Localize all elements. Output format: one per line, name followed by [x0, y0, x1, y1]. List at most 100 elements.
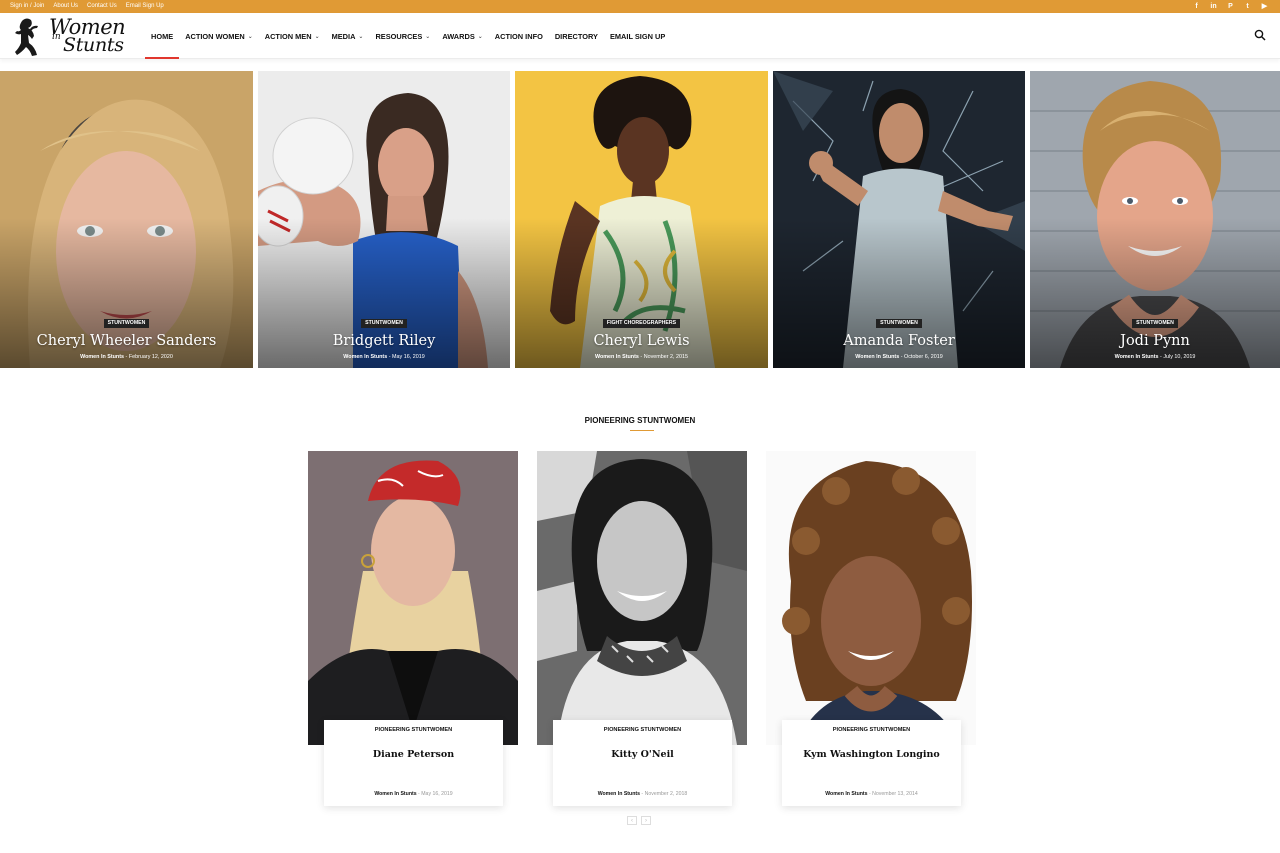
featured-grid: STUNTWOMEN Cheryl Wheeler Sanders Women …: [0, 71, 1280, 368]
section-title: PIONEERING STUNTWOMEN: [584, 416, 696, 425]
next-arrow-icon[interactable]: ›: [641, 816, 651, 825]
post-title[interactable]: Bridgett Riley: [258, 333, 510, 349]
top-bar: Sign in / Join About Us Contact Us Email…: [0, 0, 1280, 13]
featured-post[interactable]: FIGHT CHOREOGRAPHERS Cheryl Lewis Women …: [515, 71, 768, 368]
nav-label: RESOURCES: [375, 31, 423, 41]
post-date: May 16, 2019: [421, 791, 453, 797]
linkedin-icon[interactable]: in: [1210, 0, 1217, 13]
post-meta: Women In Stunts - February 12, 2020: [80, 354, 173, 360]
twitter-icon[interactable]: t: [1244, 0, 1251, 13]
category-label[interactable]: PIONEERING STUNTWOMEN: [324, 727, 503, 733]
featured-post[interactable]: STUNTWOMEN Jodi Pynn Women In Stunts - J…: [1030, 71, 1280, 368]
post-info: STUNTWOMEN Jodi Pynn Women In Stunts - J…: [1030, 311, 1280, 360]
category-badge[interactable]: FIGHT CHOREOGRAPHERS: [602, 319, 681, 328]
post-meta: Women In Stunts - November 13, 2014: [825, 791, 918, 797]
pioneer-info: PIONEERING STUNTWOMEN Kitty O'Neil Women…: [553, 720, 732, 806]
chevron-down-icon: ⌄: [314, 33, 320, 40]
pioneer-photo[interactable]: [308, 451, 518, 745]
about-us-link[interactable]: About Us: [53, 0, 78, 13]
nav-home[interactable]: HOME: [145, 13, 180, 59]
post-author[interactable]: Women In Stunts: [825, 791, 867, 797]
chevron-down-icon: ⌄: [425, 33, 431, 40]
category-badge[interactable]: STUNTWOMEN: [103, 319, 150, 328]
nav-awards[interactable]: AWARDS ⌄: [436, 13, 488, 59]
post-author[interactable]: Women In Stunts: [598, 791, 640, 797]
nav-resources[interactable]: RESOURCES ⌄: [369, 13, 436, 59]
pioneer-info: PIONEERING STUNTWOMEN Kym Washington Lon…: [782, 720, 961, 806]
pioneer-name[interactable]: Kym Washington Longino: [782, 749, 961, 760]
portrait-image: [308, 451, 518, 745]
nav-email-sign-up[interactable]: EMAIL SIGN UP: [604, 13, 671, 59]
nav-action-women[interactable]: ACTION WOMEN ⌄: [179, 13, 259, 59]
facebook-icon[interactable]: f: [1193, 0, 1200, 13]
nav-label: DIRECTORY: [554, 31, 598, 41]
chevron-down-icon: ⌄: [477, 33, 483, 40]
youtube-icon[interactable]: ▶: [1261, 0, 1268, 13]
category-badge[interactable]: STUNTWOMEN: [1132, 319, 1178, 328]
pioneer-name[interactable]: Kitty O'Neil: [553, 749, 732, 760]
featured-post[interactable]: STUNTWOMEN Amanda Foster Women In Stunts…: [773, 71, 1025, 368]
sign-in-link[interactable]: Sign in / Join: [10, 0, 44, 13]
nav-label: MEDIA: [331, 31, 356, 41]
nav-media[interactable]: MEDIA ⌄: [326, 13, 370, 59]
post-meta: Women In Stunts - July 10, 2019: [1114, 354, 1196, 360]
main-nav: HOME ACTION WOMEN ⌄ ACTION MEN ⌄ MEDIA ⌄ RE…: [145, 13, 671, 59]
logo-text-stunts: Stunts: [63, 34, 124, 56]
category-badge[interactable]: STUNTWOMEN: [361, 319, 407, 328]
category-label[interactable]: PIONEERING STUNTWOMEN: [782, 727, 961, 733]
portrait-image: [766, 451, 976, 745]
post-info: STUNTWOMEN Cheryl Wheeler Sanders Women …: [0, 311, 253, 360]
post-author[interactable]: Women In Stunts: [855, 354, 899, 360]
post-date: July 10, 2019: [1163, 354, 1196, 360]
featured-post[interactable]: STUNTWOMEN Bridgett Riley Women In Stunt…: [258, 71, 510, 368]
post-info: FIGHT CHOREOGRAPHERS Cheryl Lewis Women …: [515, 311, 768, 360]
nav-label: ACTION WOMEN: [185, 31, 245, 41]
post-date: May 16, 2019: [392, 354, 425, 360]
nav-label: HOME: [151, 31, 174, 41]
post-author[interactable]: Women In Stunts: [343, 354, 387, 360]
pioneer-card[interactable]: PIONEERING STUNTWOMEN Diane Peterson Wom…: [308, 451, 518, 811]
pioneer-name[interactable]: Diane Peterson: [324, 749, 503, 760]
nav-label: ACTION MEN: [264, 31, 312, 41]
post-title[interactable]: Cheryl Lewis: [515, 333, 768, 349]
post-title[interactable]: Amanda Foster: [773, 333, 1025, 349]
post-author[interactable]: Women In Stunts: [80, 354, 124, 360]
nav-label: EMAIL SIGN UP: [609, 31, 666, 41]
nav-action-info[interactable]: ACTION INFO: [489, 13, 549, 59]
post-author[interactable]: Women In Stunts: [595, 354, 639, 360]
nav-action-men[interactable]: ACTION MEN ⌄: [259, 13, 326, 59]
post-meta: Women In Stunts - November 2, 2015: [594, 354, 689, 360]
logo-text-in: in: [52, 32, 61, 42]
pioneer-card[interactable]: PIONEERING STUNTWOMEN Kym Washington Lon…: [766, 451, 976, 811]
contact-us-link[interactable]: Contact Us: [87, 0, 117, 13]
post-info: STUNTWOMEN Amanda Foster Women In Stunts…: [773, 311, 1025, 360]
category-badge[interactable]: STUNTWOMEN: [876, 319, 922, 328]
top-links: Sign in / Join About Us Contact Us Email…: [10, 0, 164, 13]
portrait-image: [537, 451, 747, 745]
pioneer-info: PIONEERING STUNTWOMEN Diane Peterson Wom…: [324, 720, 503, 806]
site-logo[interactable]: Women in Stunts: [11, 15, 126, 58]
post-author[interactable]: Women In Stunts: [374, 791, 416, 797]
carousel-pager: ‹ ›: [627, 816, 651, 825]
site-header: Women in Stunts HOME ACTION WOMEN ⌄ ACTIO…: [0, 13, 1280, 59]
post-author[interactable]: Women In Stunts: [1115, 354, 1159, 360]
email-signup-link[interactable]: Email Sign Up: [126, 0, 164, 13]
post-date: November 13, 2014: [872, 791, 918, 797]
post-date: November 2, 2015: [643, 354, 689, 360]
nav-directory[interactable]: DIRECTORY: [549, 13, 604, 59]
post-title[interactable]: Cheryl Wheeler Sanders: [0, 333, 253, 349]
featured-post[interactable]: STUNTWOMEN Cheryl Wheeler Sanders Women …: [0, 71, 253, 368]
search-icon[interactable]: [1254, 29, 1266, 41]
prev-arrow-icon[interactable]: ‹: [627, 816, 637, 825]
pioneer-photo[interactable]: [766, 451, 976, 745]
pinterest-icon[interactable]: P: [1227, 0, 1234, 13]
post-meta: Women In Stunts - October 6, 2019: [855, 354, 943, 360]
post-title[interactable]: Jodi Pynn: [1030, 333, 1280, 349]
pioneer-photo[interactable]: [537, 451, 747, 745]
section-title-underline: [630, 430, 654, 431]
post-info: STUNTWOMEN Bridgett Riley Women In Stunt…: [258, 311, 510, 360]
post-date: November 2, 2018: [644, 791, 688, 797]
chevron-down-icon: ⌄: [247, 33, 253, 40]
category-label[interactable]: PIONEERING STUNTWOMEN: [553, 727, 732, 733]
pioneer-card[interactable]: PIONEERING STUNTWOMEN Kitty O'Neil Women…: [537, 451, 747, 811]
